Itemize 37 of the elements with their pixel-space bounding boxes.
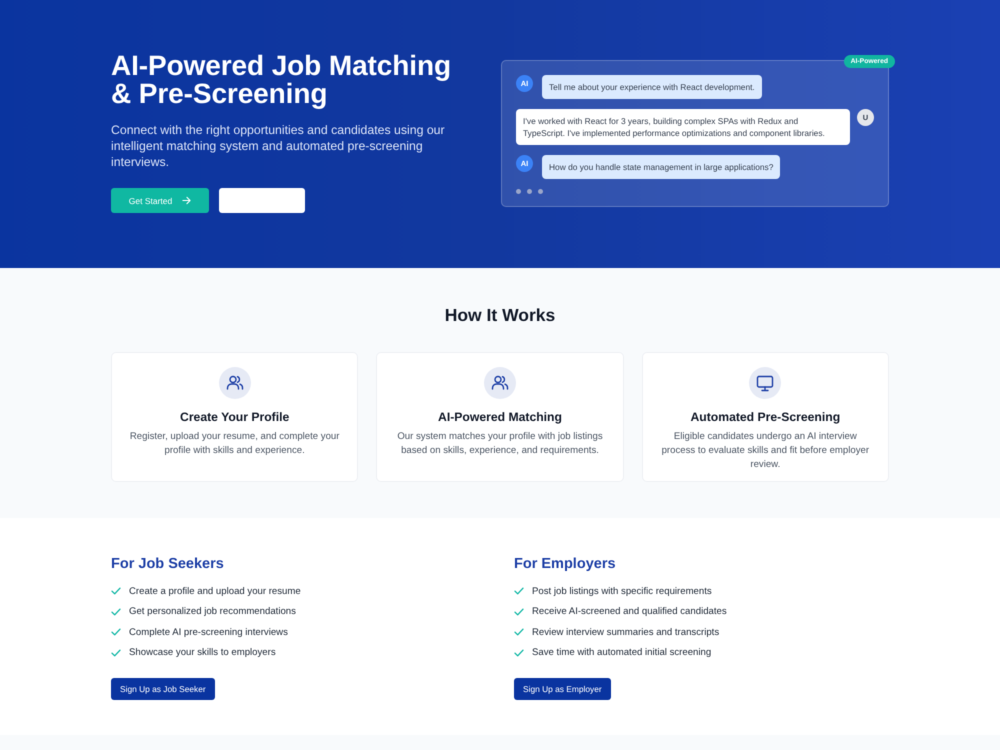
- check-icon: [111, 628, 121, 636]
- check-icon: [514, 587, 524, 596]
- users-icon: [218, 367, 251, 399]
- check-icon: [514, 628, 524, 636]
- sign-up-button[interactable]: Sign Up as Employer: [514, 678, 611, 700]
- check-icon: [514, 608, 524, 616]
- step-title: AI-Powered Matching: [438, 409, 562, 425]
- step-title: Automated Pre-Screening: [690, 409, 840, 425]
- audience-heading: For Job Seekers: [111, 555, 225, 573]
- user-message: I've worked with React for 3 years, building complex SPAs with Redux and TypeScript. I've implemented performance optimizations and component libraries.: [516, 109, 850, 145]
- feature-text: Post job listings with specific requirements: [532, 586, 712, 597]
- sign-up-button[interactable]: Sign Up as Job Seeker: [111, 678, 215, 700]
- feature-text: Showcase your skills to employers: [129, 647, 276, 658]
- step-description: Our system matches your profile with job listings based on skills, experience, and requirements.: [396, 430, 604, 458]
- step-title: Create Your Profile: [180, 409, 290, 425]
- check-icon: [111, 608, 121, 616]
- check-icon: [514, 648, 524, 657]
- check-icon: [111, 648, 121, 657]
- arrow-right-icon: [182, 196, 192, 205]
- feature-text: Receive AI-screened and qualified candidates: [532, 606, 727, 618]
- users-icon: [484, 367, 516, 399]
- feature-text: Create a profile and upload your resume: [129, 586, 301, 597]
- step-description: Eligible candidates undergo an AI interview process to evaluate skills and fit before employer review.: [660, 430, 870, 472]
- ai-message: Tell me about your experience with React development.: [542, 75, 762, 99]
- blank-button[interactable]: [219, 188, 305, 213]
- feature-text: Get personalized job recommendations: [129, 606, 296, 618]
- feature-text: Save time with automated initial screening: [532, 647, 712, 658]
- ai-message: How do you handle state management in large applications?: [542, 155, 780, 179]
- check-icon: [111, 587, 121, 596]
- section-title: How It Works: [444, 304, 556, 326]
- audience-heading: For Employers: [514, 555, 617, 573]
- feature-text: Complete AI pre-screening interviews: [129, 626, 288, 638]
- step-description: Register, upload your resume, and complete your profile with skills and experience.: [128, 430, 340, 458]
- hero-title: AI-Powered Job Matching & Pre-Screening: [111, 52, 452, 108]
- hero-subtitle: Connect with the right opportunities and candidates using our intelligent matching system and automated pre-screening interviews.: [111, 122, 446, 170]
- monitor-icon: [749, 367, 782, 399]
- feature-text: Review interview summaries and transcripts: [532, 626, 720, 638]
